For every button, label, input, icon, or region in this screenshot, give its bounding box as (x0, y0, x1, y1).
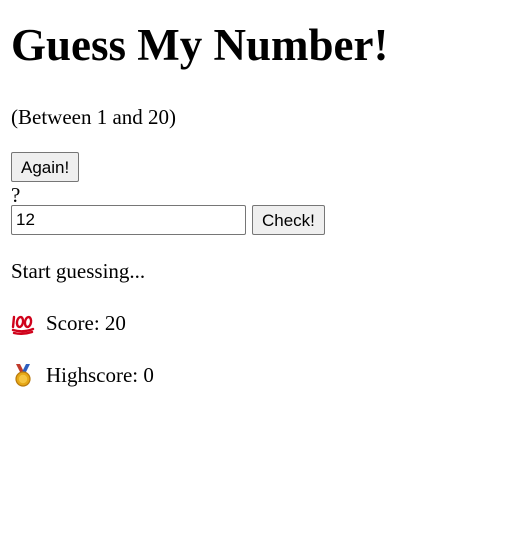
score-value: 20 (104, 311, 126, 335)
highscore-line: Highscore: 0 (11, 362, 519, 388)
hundred-points-icon (11, 311, 35, 335)
status-message: Start guessing... (11, 259, 146, 283)
highscore-value: 0 (143, 363, 154, 387)
range-hint: (Between 1 and 20) (11, 105, 177, 129)
guess-input[interactable] (11, 205, 246, 235)
guess-row: Check! (11, 205, 519, 235)
score-label: Score: (46, 311, 100, 335)
secret-number: ? (11, 183, 21, 207)
game-page: Guess My Number! (Between 1 and 20) Agai… (0, 0, 530, 388)
again-row: Again! (11, 152, 519, 182)
medal-icon (11, 363, 35, 387)
highscore-label: Highscore: (46, 363, 139, 387)
again-button[interactable]: Again! (11, 152, 80, 182)
check-button[interactable]: Check! (252, 205, 325, 235)
page-title: Guess My Number! (11, 20, 389, 70)
score-line: Score: 20 (11, 310, 519, 336)
